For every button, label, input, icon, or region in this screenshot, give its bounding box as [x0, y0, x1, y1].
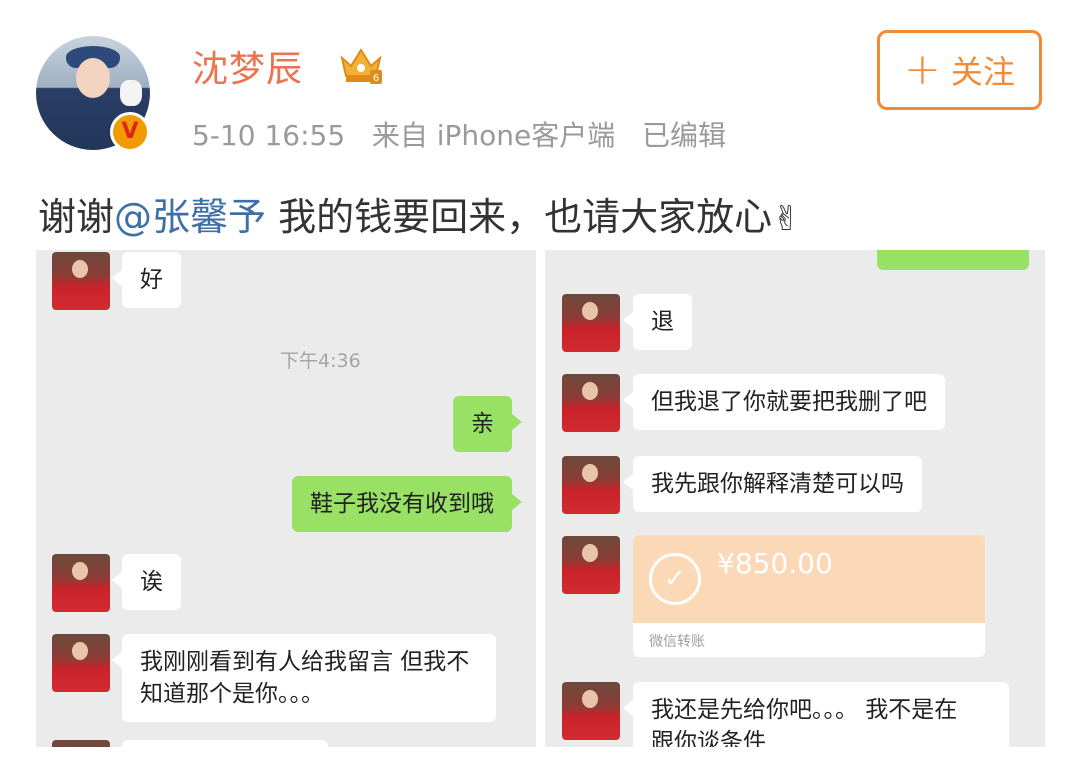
avatar-glove: [120, 80, 142, 106]
chat-screenshot-left[interactable]: 好 下午4:36 亲 鞋子我没有收到哦 诶 我刚刚看到有人给我留言 但我不 知道那…: [36, 250, 536, 747]
post-date[interactable]: 5-10 16:55: [192, 119, 345, 152]
message-bubble-incoming: 我刚刚看到有人给我留言 但我不 知道那个是你。。。: [112, 634, 496, 722]
message-line: 我还是先给你吧。。。 我不是在: [651, 697, 958, 723]
transfer-amount: ¥850.00: [717, 547, 833, 580]
transfer-label: 微信转账: [649, 634, 705, 650]
contact-avatar: [52, 634, 110, 692]
contact-avatar: [562, 374, 620, 432]
contact-avatar: [52, 252, 110, 310]
wechat-transfer-card[interactable]: ✓ ¥850.00 微信转账: [633, 535, 985, 657]
message-line: 知道那个是你。。。: [140, 681, 324, 707]
message-bubble-outgoing: 鞋子我没有收到哦: [292, 476, 522, 532]
crown-level-icon: 6: [340, 48, 382, 84]
message-bubble-incoming: 好: [112, 252, 181, 308]
mention-link[interactable]: @张馨予: [114, 195, 266, 239]
victory-hand-icon: ✌: [772, 199, 801, 239]
follow-button[interactable]: + 关注: [877, 30, 1042, 110]
message-bubble-incoming: 我先跟你解释清楚可以吗: [623, 456, 922, 512]
verified-v-icon: V: [110, 112, 150, 152]
avatar-face: [76, 58, 110, 98]
message-bubble-incoming: 但我退了你就要把我删了吧: [623, 374, 945, 430]
message-bubble-incoming: 我还是先给你吧。。。 我不是在跟你谈条件: [623, 682, 1009, 747]
message-bubble-outgoing: 亲: [453, 396, 522, 452]
svg-text:6: 6: [373, 73, 379, 84]
contact-avatar: [562, 294, 620, 352]
message-bubble-outgoing: [877, 250, 1029, 270]
message-line: 跟你谈条件: [651, 729, 766, 747]
contact-avatar: [562, 682, 620, 740]
username[interactable]: 沈梦辰: [192, 40, 303, 92]
check-circle-icon: ✓: [649, 553, 701, 605]
contact-avatar: [562, 536, 620, 594]
plus-icon: +: [904, 44, 941, 95]
contact-avatar: [52, 554, 110, 612]
post-text-suffix: 我的钱要回来，也请大家放心: [266, 195, 773, 239]
follow-label: 关注: [950, 53, 1015, 91]
chat-timestamp: 下午4:36: [280, 350, 361, 372]
message-bubble-incoming: [122, 740, 328, 747]
post-text: 谢谢@张馨予 我的钱要回来，也请大家放心✌: [38, 186, 801, 241]
message-bubble-incoming: 诶: [112, 554, 181, 610]
post-meta: 5-10 16:55 来自 iPhone客户端 已编辑: [192, 114, 726, 154]
post-text-prefix: 谢谢: [38, 195, 115, 239]
message-line: 我刚刚看到有人给我留言 但我不: [140, 649, 470, 675]
contact-avatar: [52, 740, 110, 747]
chat-screenshot-right[interactable]: 退 但我退了你就要把我删了吧 我先跟你解释清楚可以吗 我还是先给你吧。。。 我不…: [545, 250, 1045, 747]
post-source: 来自 iPhone客户端: [371, 119, 616, 152]
contact-avatar: [562, 456, 620, 514]
message-bubble-incoming: 退: [623, 294, 692, 350]
edited-label[interactable]: 已编辑: [642, 119, 726, 152]
